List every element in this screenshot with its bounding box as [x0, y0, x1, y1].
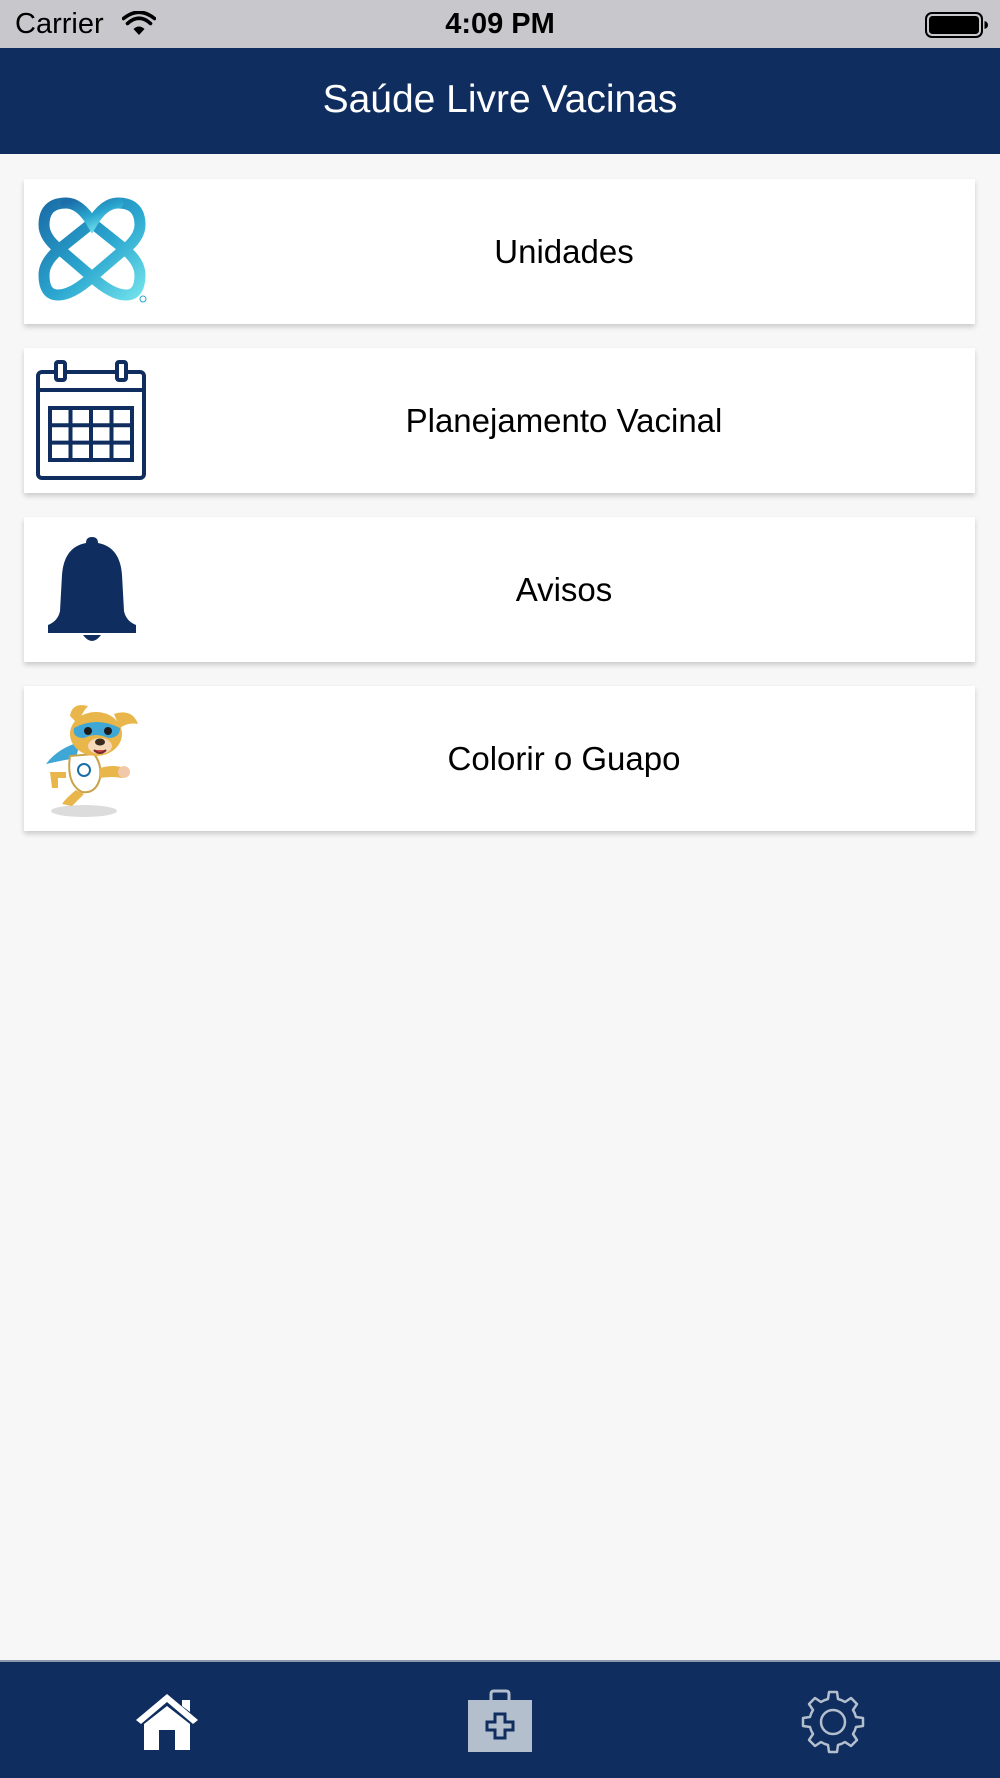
medical-kit-icon	[468, 1689, 532, 1752]
tab-home[interactable]	[132, 1688, 202, 1754]
tab-settings[interactable]	[798, 1688, 868, 1754]
menu-item-unidades[interactable]: Unidades	[24, 179, 975, 324]
menu-item-label: Unidades	[494, 233, 634, 270]
nav-header: Saúde Livre Vacinas	[0, 48, 1000, 154]
bell-icon	[48, 537, 136, 641]
menu-item-label: Avisos	[515, 571, 613, 608]
brand-logo-icon	[38, 197, 147, 303]
battery-full-icon	[925, 12, 988, 38]
menu-item-colorir-o-guapo[interactable]: Colorir o Guapo	[24, 686, 975, 831]
status-bar: Carrier 4:09 PM	[0, 0, 1000, 48]
calendar-icon	[36, 360, 146, 480]
menu-item-planejamento-vacinal[interactable]: Planejamento Vacinal	[24, 348, 975, 493]
status-time: 4:09 PM	[445, 8, 555, 40]
menu-item-avisos[interactable]: Avisos	[24, 517, 975, 662]
guapo-mascot-icon	[46, 705, 138, 817]
menu-item-label: Planejamento Vacinal	[405, 402, 723, 439]
tab-bar	[0, 1660, 1000, 1778]
page-title: Saúde Livre Vacinas	[322, 78, 678, 121]
menu-item-label: Colorir o Guapo	[447, 740, 681, 777]
gear-icon	[801, 1690, 865, 1754]
tab-medical-kit[interactable]	[465, 1688, 535, 1754]
home-icon	[136, 1694, 198, 1750]
